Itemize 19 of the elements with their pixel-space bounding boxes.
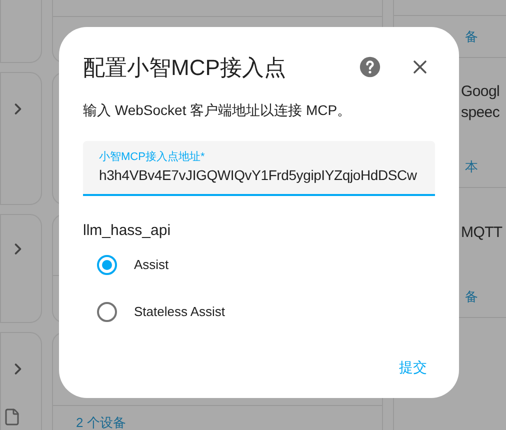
device-link[interactable]: 本 (465, 158, 478, 174)
field-value: h3h4VBv4E7vJIGQWIQvY1Frd5ygipIYZqjoHdDSCw (99, 166, 418, 185)
card-title: MQTT (461, 222, 502, 242)
card-title: Googl speec (461, 82, 500, 123)
endpoint-field[interactable]: 小智MCP接入点地址* h3h4VBv4E7vJIGQWIQvY1Frd5ygipIYZqjoHdDSCw (83, 141, 435, 196)
field-label: 小智MCP接入点地址* (99, 150, 206, 164)
file-icon (3, 408, 21, 426)
dialog-description: 输入 WebSocket 客户端地址以连接 MCP。 (83, 101, 352, 120)
dialog-title: 配置小智MCP接入点 (83, 54, 287, 82)
device-count-link[interactable]: 2 个设备 (76, 415, 359, 430)
group-label: llm_hass_api (83, 221, 172, 241)
device-link[interactable]: 备 (465, 28, 478, 44)
radio-button[interactable] (97, 302, 117, 322)
radio-button[interactable] (97, 254, 117, 274)
submit-button[interactable]: 提交 (391, 353, 435, 382)
radio-label: Assist (134, 256, 169, 274)
radio-label: Stateless Assist (134, 302, 226, 321)
help-icon[interactable] (359, 56, 381, 78)
device-link[interactable]: 备 (465, 288, 478, 304)
